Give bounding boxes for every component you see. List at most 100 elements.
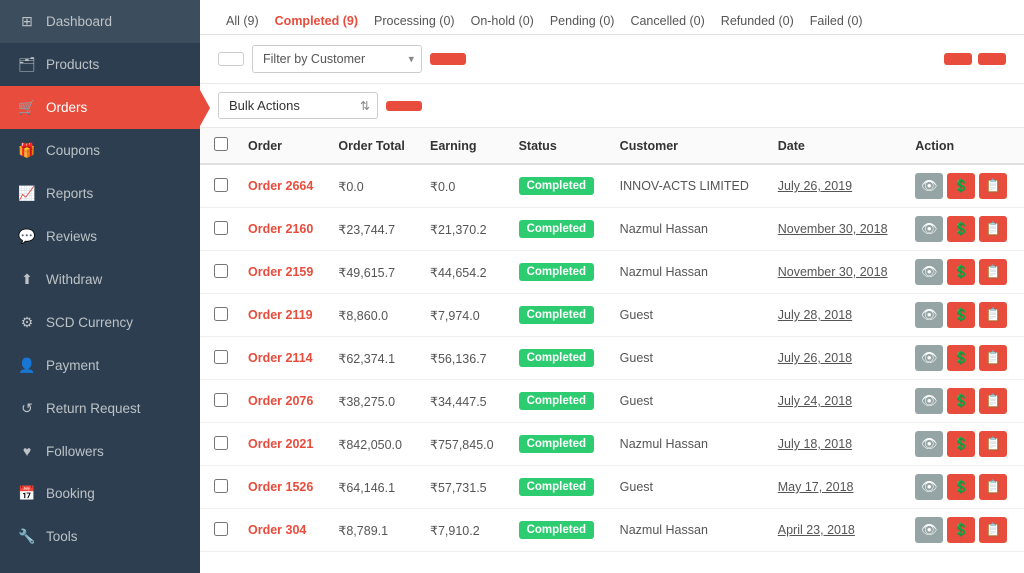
order-link-7[interactable]: Order 1526 (248, 480, 313, 494)
sidebar-item-followers[interactable]: ♥Followers (0, 430, 200, 472)
sidebar-item-reviews[interactable]: 💬Reviews (0, 215, 200, 258)
tab-6[interactable]: Refunded (0) (713, 8, 802, 34)
filter-button[interactable] (430, 53, 466, 65)
delete-button-1[interactable]: 📋 (979, 216, 1007, 242)
table-row: Order 2664 ₹0.0 ₹0.0 Completed INNOV-ACT… (200, 164, 1024, 208)
row-checkbox-0[interactable] (214, 178, 228, 192)
col-header-2: Order Total (328, 128, 420, 164)
filter-bar: Filter by Customer (200, 35, 1024, 84)
order-cell: Order 2114 (238, 337, 328, 380)
bulk-actions-select[interactable]: Bulk Actions (218, 92, 378, 119)
delete-button-4[interactable]: 📋 (979, 345, 1007, 371)
order-link-5[interactable]: Order 2076 (248, 394, 313, 408)
order-link-3[interactable]: Order 2119 (248, 308, 313, 322)
earning-cell: ₹0.0 (420, 164, 509, 208)
view-button-2[interactable]: 👁 (915, 259, 943, 285)
row-checkbox-6[interactable] (214, 436, 228, 450)
status-badge-0: Completed (519, 177, 594, 195)
delete-button-3[interactable]: 📋 (979, 302, 1007, 328)
view-button-1[interactable]: 👁 (915, 216, 943, 242)
order-link-0[interactable]: Order 2664 (248, 179, 313, 193)
order-link-1[interactable]: Order 2160 (248, 222, 313, 236)
date-link-3[interactable]: July 28, 2018 (778, 308, 852, 322)
delete-button-5[interactable]: 📋 (979, 388, 1007, 414)
col-header-5: Customer (610, 128, 768, 164)
sidebar-item-dashboard[interactable]: ⊞Dashboard (0, 0, 200, 43)
sidebar-item-reports[interactable]: 📈Reports (0, 172, 200, 215)
date-link-5[interactable]: July 24, 2018 (778, 394, 852, 408)
order-total-cell: ₹8,860.0 (328, 294, 420, 337)
tab-0[interactable]: All (9) (218, 8, 267, 34)
order-link-8[interactable]: Order 304 (248, 523, 306, 537)
sidebar-item-payment[interactable]: 👤Payment (0, 344, 200, 387)
sidebar-item-products[interactable]: 🗂Products (0, 43, 200, 86)
edit-button-3[interactable]: 💲 (947, 302, 975, 328)
date-link-2[interactable]: November 30, 2018 (778, 265, 888, 279)
sidebar-item-return-request[interactable]: ↺Return Request (0, 387, 200, 430)
order-link-6[interactable]: Order 2021 (248, 437, 313, 451)
order-link-4[interactable]: Order 2114 (248, 351, 313, 365)
sidebar-label-reviews: Reviews (46, 229, 97, 244)
view-button-6[interactable]: 👁 (915, 431, 943, 457)
row-checkbox-3[interactable] (214, 307, 228, 321)
date-cell: November 30, 2018 (768, 208, 906, 251)
table-row: Order 304 ₹8,789.1 ₹7,910.2 Completed Na… (200, 509, 1024, 552)
edit-button-1[interactable]: 💲 (947, 216, 975, 242)
delete-button-8[interactable]: 📋 (979, 517, 1007, 543)
sidebar-item-coupons[interactable]: 🎁Coupons (0, 129, 200, 172)
view-button-8[interactable]: 👁 (915, 517, 943, 543)
date-link-8[interactable]: April 23, 2018 (778, 523, 855, 537)
sidebar-item-booking[interactable]: 📅Booking (0, 472, 200, 515)
date-link-7[interactable]: May 17, 2018 (778, 480, 854, 494)
edit-button-6[interactable]: 💲 (947, 431, 975, 457)
edit-button-5[interactable]: 💲 (947, 388, 975, 414)
tab-3[interactable]: On-hold (0) (463, 8, 542, 34)
status-badge-7: Completed (519, 478, 594, 496)
scd-currency-icon: ⚙ (18, 314, 36, 331)
export-filtered-button[interactable] (978, 53, 1006, 65)
view-button-3[interactable]: 👁 (915, 302, 943, 328)
edit-button-7[interactable]: 💲 (947, 474, 975, 500)
date-link-1[interactable]: November 30, 2018 (778, 222, 888, 236)
edit-button-0[interactable]: 💲 (947, 173, 975, 199)
row-checkbox-cell (200, 294, 238, 337)
row-checkbox-1[interactable] (214, 221, 228, 235)
tab-1[interactable]: Completed (9) (267, 8, 366, 34)
status-badge-5: Completed (519, 392, 594, 410)
sidebar-item-tools[interactable]: 🔧Tools (0, 515, 200, 558)
export-all-button[interactable] (944, 53, 972, 65)
apply-button[interactable] (386, 101, 422, 111)
row-checkbox-5[interactable] (214, 393, 228, 407)
order-cell: Order 2160 (238, 208, 328, 251)
edit-button-8[interactable]: 💲 (947, 517, 975, 543)
earning-cell: ₹757,845.0 (420, 423, 509, 466)
filter-date-button[interactable] (218, 52, 244, 66)
row-checkbox-7[interactable] (214, 479, 228, 493)
row-checkbox-4[interactable] (214, 350, 228, 364)
delete-button-0[interactable]: 📋 (979, 173, 1007, 199)
sidebar-item-orders[interactable]: 🛒Orders (0, 86, 200, 129)
delete-button-6[interactable]: 📋 (979, 431, 1007, 457)
view-button-4[interactable]: 👁 (915, 345, 943, 371)
delete-button-2[interactable]: 📋 (979, 259, 1007, 285)
select-all-checkbox[interactable] (214, 137, 228, 151)
date-link-4[interactable]: July 26, 2018 (778, 351, 852, 365)
tab-4[interactable]: Pending (0) (542, 8, 623, 34)
sidebar-item-scd-currency[interactable]: ⚙SCD Currency (0, 301, 200, 344)
delete-button-7[interactable]: 📋 (979, 474, 1007, 500)
tab-5[interactable]: Cancelled (0) (622, 8, 712, 34)
edit-button-4[interactable]: 💲 (947, 345, 975, 371)
edit-button-2[interactable]: 💲 (947, 259, 975, 285)
order-link-2[interactable]: Order 2159 (248, 265, 313, 279)
row-checkbox-2[interactable] (214, 264, 228, 278)
tab-7[interactable]: Failed (0) (802, 8, 871, 34)
filter-customer-select[interactable]: Filter by Customer (252, 45, 422, 73)
view-button-5[interactable]: 👁 (915, 388, 943, 414)
tab-2[interactable]: Processing (0) (366, 8, 463, 34)
date-link-0[interactable]: July 26, 2019 (778, 179, 852, 193)
view-button-0[interactable]: 👁 (915, 173, 943, 199)
date-link-6[interactable]: July 18, 2018 (778, 437, 852, 451)
row-checkbox-8[interactable] (214, 522, 228, 536)
sidebar-item-withdraw[interactable]: ⬆Withdraw (0, 258, 200, 301)
view-button-7[interactable]: 👁 (915, 474, 943, 500)
